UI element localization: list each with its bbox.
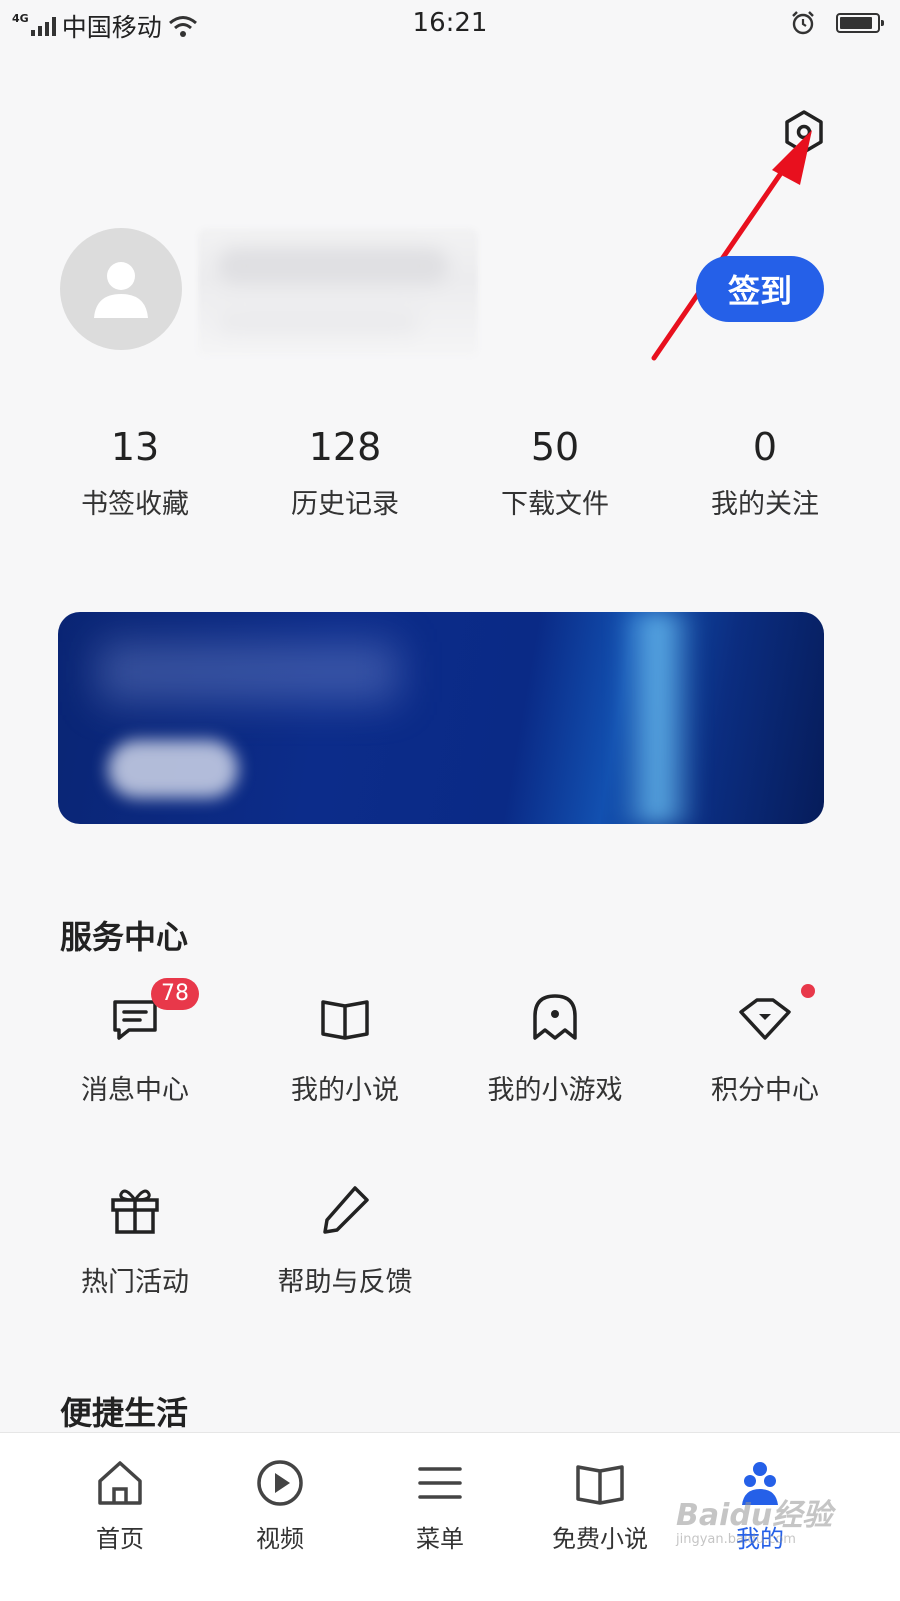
service-help-feedback[interactable]: 帮助与反馈 <box>240 1182 450 1299</box>
play-icon <box>257 1460 303 1506</box>
service-label: 热门活动 <box>81 1267 189 1298</box>
checkin-button[interactable]: 签到 <box>696 256 824 322</box>
stat-value: 128 <box>308 425 382 469</box>
nav-label: 免费小说 <box>552 1525 648 1553</box>
service-label: 积分中心 <box>711 1075 819 1106</box>
book-icon <box>321 1000 369 1040</box>
service-label: 我的小游戏 <box>487 1075 623 1106</box>
nav-free-novels[interactable]: 免费小说 <box>520 1457 680 1554</box>
stat-label: 书签收藏 <box>81 489 189 520</box>
stat-label: 历史记录 <box>291 489 399 520</box>
service-label: 帮助与反馈 <box>277 1267 413 1298</box>
service-points-center[interactable]: 积分中心 <box>660 984 870 1107</box>
battery-icon <box>836 13 884 33</box>
stats-row: 13 书签收藏 128 历史记录 50 下载文件 0 我的关注 <box>30 420 870 521</box>
watermark-brand: Baidu经验 <box>676 1498 833 1533</box>
username-blurred[interactable] <box>198 228 478 356</box>
stat-label: 下载文件 <box>501 489 609 520</box>
promo-banner[interactable] <box>58 612 824 824</box>
nav-label: 视频 <box>256 1525 304 1553</box>
avatar[interactable] <box>60 228 182 350</box>
stat-value: 13 <box>110 425 160 469</box>
service-center-title: 服务中心 <box>60 918 189 956</box>
settings-button[interactable] <box>780 108 828 156</box>
nav-home[interactable]: 首页 <box>40 1457 200 1554</box>
status-right <box>790 10 884 36</box>
service-label: 我的小说 <box>291 1075 399 1106</box>
banner-button-blurred <box>108 740 238 798</box>
baidu-jingyan-watermark: Baidu经验 jingyan.baidu.com <box>676 1490 886 1560</box>
nav-video[interactable]: 视频 <box>200 1457 360 1554</box>
notification-dot <box>801 984 815 998</box>
service-label: 消息中心 <box>81 1075 189 1106</box>
stat-history[interactable]: 128 历史记录 <box>240 420 450 521</box>
ghost-icon <box>533 994 577 1040</box>
service-my-games[interactable]: 我的小游戏 <box>450 990 660 1107</box>
book-icon <box>576 1465 624 1505</box>
settings-hexagon-icon <box>785 110 823 154</box>
home-icon <box>98 1461 142 1505</box>
stat-downloads[interactable]: 50 下载文件 <box>450 420 660 521</box>
status-bar: 4G 中国移动 16:21 <box>0 0 900 48</box>
nav-menu[interactable]: 菜单 <box>360 1457 520 1554</box>
status-time: 16:21 <box>412 8 488 38</box>
stat-bookmarks[interactable]: 13 书签收藏 <box>30 420 240 521</box>
stat-value: 50 <box>530 425 580 469</box>
user-silhouette-icon <box>94 262 148 318</box>
convenient-life-title: 便捷生活 <box>60 1394 189 1432</box>
alarm-icon <box>792 11 814 35</box>
pencil-icon <box>323 1186 369 1234</box>
unread-badge: 78 <box>151 978 199 1010</box>
stat-value: 0 <box>752 425 778 469</box>
stat-following[interactable]: 0 我的关注 <box>660 420 870 521</box>
service-hot-events[interactable]: 热门活动 <box>30 1182 240 1299</box>
gift-icon <box>111 1189 159 1234</box>
watermark-url: jingyan.baidu.com <box>676 1532 796 1547</box>
diamond-icon <box>739 998 791 1040</box>
menu-icon <box>418 1467 462 1499</box>
nav-label: 菜单 <box>416 1525 464 1553</box>
nav-label: 首页 <box>96 1525 144 1553</box>
stat-label: 我的关注 <box>711 489 819 520</box>
service-my-novels[interactable]: 我的小说 <box>240 990 450 1107</box>
service-message-center[interactable]: 78 消息中心 <box>30 978 240 1107</box>
battery-level <box>840 17 873 29</box>
